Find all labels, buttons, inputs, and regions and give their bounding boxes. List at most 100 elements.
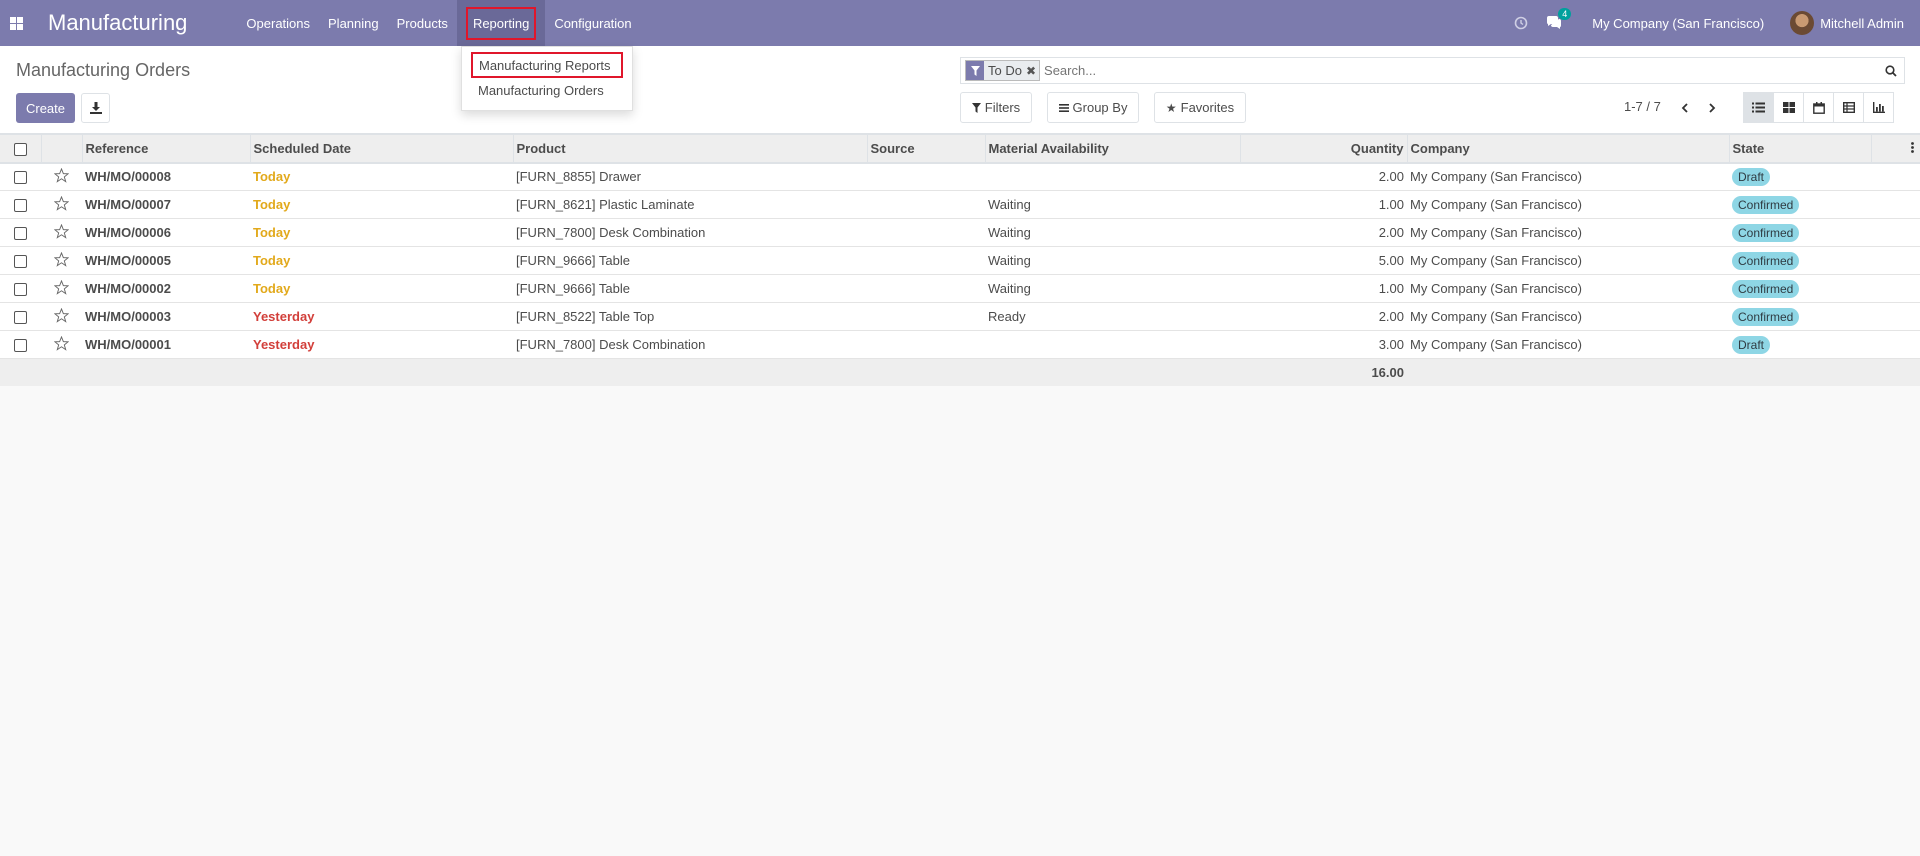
cell-company: My Company (San Francisco)	[1407, 162, 1729, 191]
header-reference[interactable]: Reference	[82, 134, 251, 164]
control-panel: Manufacturing Orders Create To Do ✖ Filt…	[0, 46, 1920, 134]
cell-company: My Company (San Francisco)	[1407, 190, 1729, 219]
dropdown-manufacturing-reports[interactable]: Manufacturing Reports	[471, 52, 623, 78]
header-scheduled-date[interactable]: Scheduled Date	[250, 134, 514, 164]
header-state[interactable]: State	[1729, 134, 1872, 164]
search-input[interactable]	[1044, 63, 1878, 78]
list-view-icon[interactable]	[1743, 92, 1774, 123]
cell-reference: WH/MO/00005	[82, 246, 250, 275]
cell-empty	[1871, 246, 1920, 275]
messages-icon[interactable]: 4	[1546, 8, 1572, 30]
priority-star-icon[interactable]	[41, 246, 82, 275]
cell-reference: WH/MO/00008	[82, 162, 250, 191]
header-product[interactable]: Product	[513, 134, 868, 164]
graph-view-icon[interactable]	[1863, 92, 1894, 123]
table-row[interactable]: WH/MO/00003 Yesterday [FURN_8522] Table To…	[0, 302, 1920, 331]
table-row[interactable]: WH/MO/00005 Today [FURN_9666] Table Waiting…	[0, 246, 1920, 275]
priority-star-icon[interactable]	[41, 330, 82, 359]
cell-quantity: 5.00	[1240, 246, 1407, 275]
group-by-button[interactable]: Group By	[1047, 92, 1139, 123]
row-select-cell[interactable]	[0, 274, 41, 303]
search-bar: To Do ✖	[960, 57, 1905, 84]
select-all-checkbox[interactable]	[13, 142, 27, 156]
cell-company: My Company (San Francisco)	[1407, 246, 1729, 275]
cell-company: My Company (San Francisco)	[1407, 218, 1729, 247]
table-header-row: Reference Scheduled Date Product Source …	[0, 134, 1920, 164]
cell-company: My Company (San Francisco)	[1407, 274, 1729, 303]
cell-scheduled-date: Today	[250, 246, 513, 275]
cell-availability: Waiting	[985, 246, 1240, 275]
facet-label: To Do	[988, 63, 1022, 78]
cell-state: Confirmed	[1729, 246, 1871, 275]
table-row[interactable]: WH/MO/00001 Yesterday [FURN_7800] Desk Com…	[0, 330, 1920, 359]
cell-source	[867, 246, 985, 275]
calendar-view-icon[interactable]	[1803, 92, 1834, 123]
row-checkbox[interactable]	[14, 199, 27, 213]
row-select-cell[interactable]	[0, 218, 41, 247]
row-checkbox[interactable]	[14, 227, 27, 241]
row-checkbox[interactable]	[14, 255, 27, 269]
row-checkbox[interactable]	[14, 339, 27, 353]
menu-reporting[interactable]: Reporting	[456, 0, 546, 46]
row-select-cell[interactable]	[0, 190, 41, 219]
cell-empty	[1871, 330, 1920, 359]
user-menu[interactable]: Mitchell Admin	[1790, 11, 1904, 35]
optional-columns-icon[interactable]	[1871, 134, 1920, 164]
menu-planning[interactable]: Planning	[319, 0, 388, 46]
cell-source	[867, 302, 985, 331]
priority-star-icon[interactable]	[41, 302, 82, 331]
dropdown-manufacturing-orders[interactable]: Manufacturing Orders	[462, 78, 632, 104]
priority-star-icon[interactable]	[41, 274, 82, 303]
apps-menu-icon[interactable]	[0, 0, 32, 46]
status-badge: Draft	[1732, 335, 1771, 354]
search-facet: To Do ✖	[965, 60, 1041, 81]
priority-star-icon[interactable]	[41, 190, 82, 219]
table-row[interactable]: WH/MO/00008 Today [FURN_8855] Drawer 2.00 My…	[0, 162, 1920, 191]
menu-products[interactable]: Products	[388, 0, 457, 46]
facet-remove-icon[interactable]: ✖	[1026, 64, 1039, 78]
header-material-availability[interactable]: Material Availability	[985, 134, 1241, 164]
star-icon: ★	[1165, 100, 1177, 115]
table-row[interactable]: WH/MO/00002 Today [FURN_9666] Table Waiting…	[0, 274, 1920, 303]
row-select-cell[interactable]	[0, 246, 41, 275]
menu-configuration[interactable]: Configuration	[545, 0, 640, 46]
kanban-view-icon[interactable]	[1773, 92, 1804, 123]
total-quantity: 16.00	[1240, 358, 1407, 386]
favorites-button[interactable]: ★ Favorites	[1154, 92, 1246, 123]
pager-value[interactable]: 1-7 / 7	[1624, 99, 1661, 114]
cell-reference: WH/MO/00002	[82, 274, 250, 303]
priority-star-icon[interactable]	[41, 162, 82, 191]
row-select-cell[interactable]	[0, 302, 41, 331]
cell-availability	[985, 330, 1240, 359]
row-checkbox[interactable]	[14, 283, 27, 297]
export-button[interactable]	[81, 93, 110, 123]
row-checkbox[interactable]	[14, 171, 27, 185]
filters-button[interactable]: Filters	[960, 92, 1032, 123]
cell-scheduled-date: Yesterday	[250, 302, 513, 331]
table-row[interactable]: WH/MO/00006 Today [FURN_7800] Desk Combina…	[0, 218, 1920, 247]
download-icon	[89, 102, 102, 114]
filter-icon	[971, 102, 981, 113]
activity-clock-icon[interactable]	[1514, 16, 1528, 30]
header-source[interactable]: Source	[867, 134, 986, 164]
pager-previous-icon[interactable]	[1675, 98, 1695, 118]
menu-operations[interactable]: Operations	[237, 0, 319, 46]
pivot-view-icon[interactable]	[1833, 92, 1864, 123]
navbar-right: 4 My Company (San Francisco) Mitchell Ad…	[1500, 0, 1920, 46]
row-select-cell[interactable]	[0, 162, 41, 191]
cell-product: [FURN_7800] Desk Combination	[513, 218, 867, 247]
row-checkbox[interactable]	[14, 311, 27, 325]
cell-reference: WH/MO/00007	[82, 190, 250, 219]
company-switcher[interactable]: My Company (San Francisco)	[1592, 16, 1764, 31]
select-all-cell[interactable]	[0, 134, 42, 164]
app-brand[interactable]: Manufacturing	[48, 10, 187, 36]
cell-source	[867, 330, 985, 359]
search-icon[interactable]	[1878, 64, 1904, 77]
table-row[interactable]: WH/MO/00007 Today [FURN_8621] Plastic Lami…	[0, 190, 1920, 219]
pager-next-icon[interactable]	[1702, 98, 1722, 118]
create-button[interactable]: Create	[16, 93, 75, 123]
header-quantity[interactable]: Quantity	[1240, 134, 1408, 164]
row-select-cell[interactable]	[0, 330, 41, 359]
priority-star-icon[interactable]	[41, 218, 82, 247]
header-company[interactable]: Company	[1407, 134, 1730, 164]
